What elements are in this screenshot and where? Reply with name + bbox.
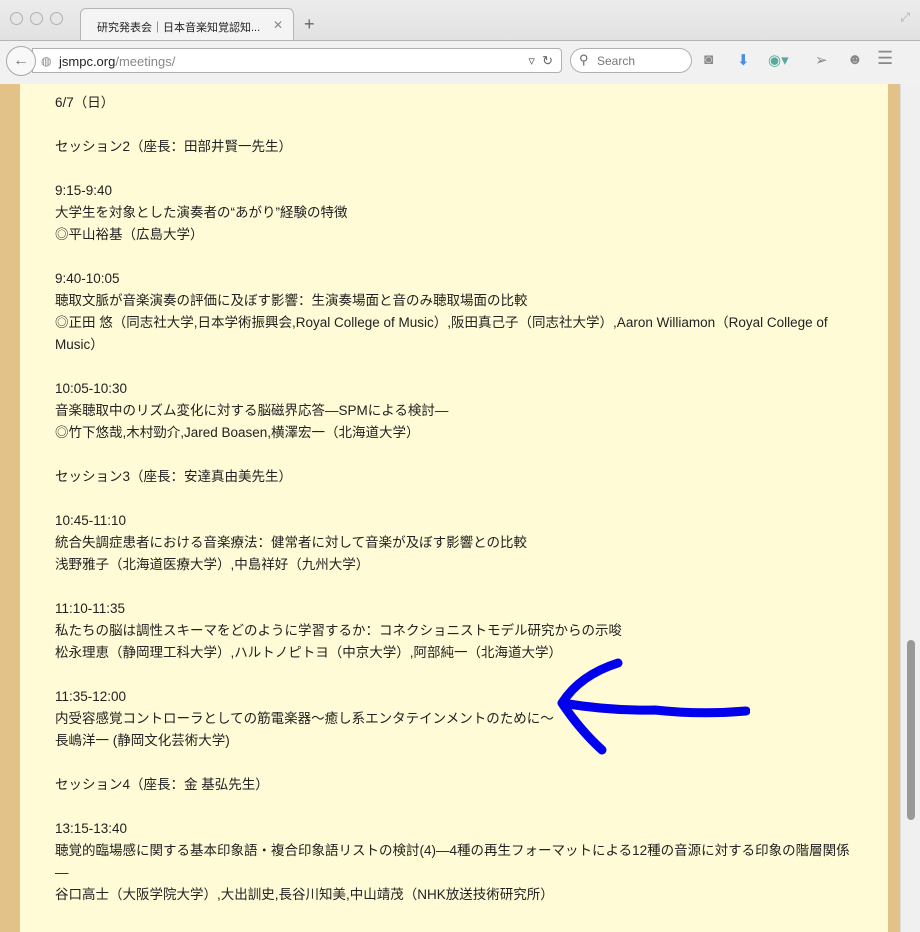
talk-time: 10:45-11:10 [55, 513, 127, 528]
page-content: 6/7（日） セッション2（座長：田部井賢一先生） 9:15-9:40 大学生を… [20, 84, 888, 932]
reload-icon[interactable]: ▿ ↻ [528, 53, 553, 69]
menu-icon[interactable]: ☰ [877, 48, 893, 69]
session-heading: セッション4（座長：金 基弘先生） [55, 777, 269, 792]
session-heading: セッション2（座長：田部井賢一先生） [55, 139, 293, 154]
talk-time: 9:15-9:40 [55, 183, 113, 198]
navigation-bar: ◍ jsmpc.org/meetings/ ▿ ↻ ← ⚲ Search ◙ ⬇ … [0, 40, 920, 84]
search-placeholder: Search [597, 54, 636, 68]
talk-authors: ◎竹下悠哉,木村勁介,Jared Boasen,横澤宏一（北海道大学） [55, 425, 420, 440]
search-icon: ⚲ [579, 52, 589, 67]
addon-icon[interactable]: ◉▾ [768, 51, 789, 69]
talk-authors: 谷口高士（大阪学院大学）,大出訓史,長谷川知美,中山靖茂（NHK放送技術研究所） [55, 887, 554, 902]
zoom-window-button[interactable] [50, 12, 63, 25]
close-window-button[interactable] [10, 12, 23, 25]
talk-time: 9:40-10:05 [55, 271, 120, 286]
talk-title: 大学生を対象とした演奏者の“あがり”経験の特徴 [55, 205, 348, 220]
scrollbar-thumb[interactable] [907, 640, 915, 820]
browser-chrome: 研究発表会｜日本音楽知覚認知... ✕ + ⤢ ◍ jsmpc.org/meeti… [0, 0, 920, 84]
tab-active[interactable]: 研究発表会｜日本音楽知覚認知... ✕ [80, 8, 294, 40]
new-tab-button[interactable]: + [304, 14, 315, 35]
talk-authors: ◎正田 悠（同志社大学,日本学術振興会,Royal College of Mus… [55, 315, 828, 352]
tab-title: 研究発表会｜日本音楽知覚認知... [97, 22, 261, 34]
globe-icon: ◍ [41, 54, 52, 68]
talk-title: 聴取文脈が音楽演奏の評価に及ぼす影響：生演奏場面と音のみ聴取場面の比較 [55, 293, 528, 308]
search-input[interactable]: ⚲ Search [570, 48, 692, 73]
back-button[interactable]: ← [6, 46, 36, 76]
fullscreen-icon[interactable]: ⤢ [900, 10, 910, 25]
minimize-window-button[interactable] [30, 12, 43, 25]
talk-title: 音楽聴取中のリズム変化に対する脳磁界応答—SPMによる検討— [55, 403, 449, 418]
talk-title: 統合失調症患者における音楽療法：健常者に対して音楽が及ぼす影響との比較 [55, 535, 527, 550]
talk-time: 13:15-13:40 [55, 821, 128, 836]
talk-authors: 浅野雅子（北海道医療大学）,中島祥好（九州大学） [55, 557, 370, 572]
talk-authors: ◎平山裕基（広島大学） [55, 227, 204, 242]
chat-icon[interactable]: ☻ [847, 51, 863, 68]
talk-time: 11:10-11:35 [55, 601, 126, 616]
send-icon[interactable]: ➢ [815, 51, 828, 69]
annotation-arrow-icon [557, 658, 750, 755]
talk-title: 聴覚的臨場感に関する基本印象語・複合印象語リストの検討(4)—4種の再生フォーマ… [55, 843, 850, 880]
talk-title: 私たちの脳は調性スキーマをどのように学習するか：コネクショニストモデル研究からの… [55, 623, 622, 638]
download-icon[interactable]: ⬇ [737, 51, 750, 69]
url-host: jsmpc.org [59, 54, 116, 69]
pocket-icon[interactable]: ◙ [704, 51, 713, 68]
talk-time: 10:05-10:30 [55, 381, 128, 396]
url-bar[interactable]: ◍ jsmpc.org/meetings/ ▿ ↻ [32, 48, 562, 73]
url-path: /meetings/ [115, 54, 176, 69]
close-tab-icon[interactable]: ✕ [273, 18, 283, 32]
vertical-scrollbar[interactable] [900, 84, 920, 932]
session-heading: セッション3（座長：安達真由美先生） [55, 469, 293, 484]
date-heading: 6/7（日） [55, 95, 115, 110]
